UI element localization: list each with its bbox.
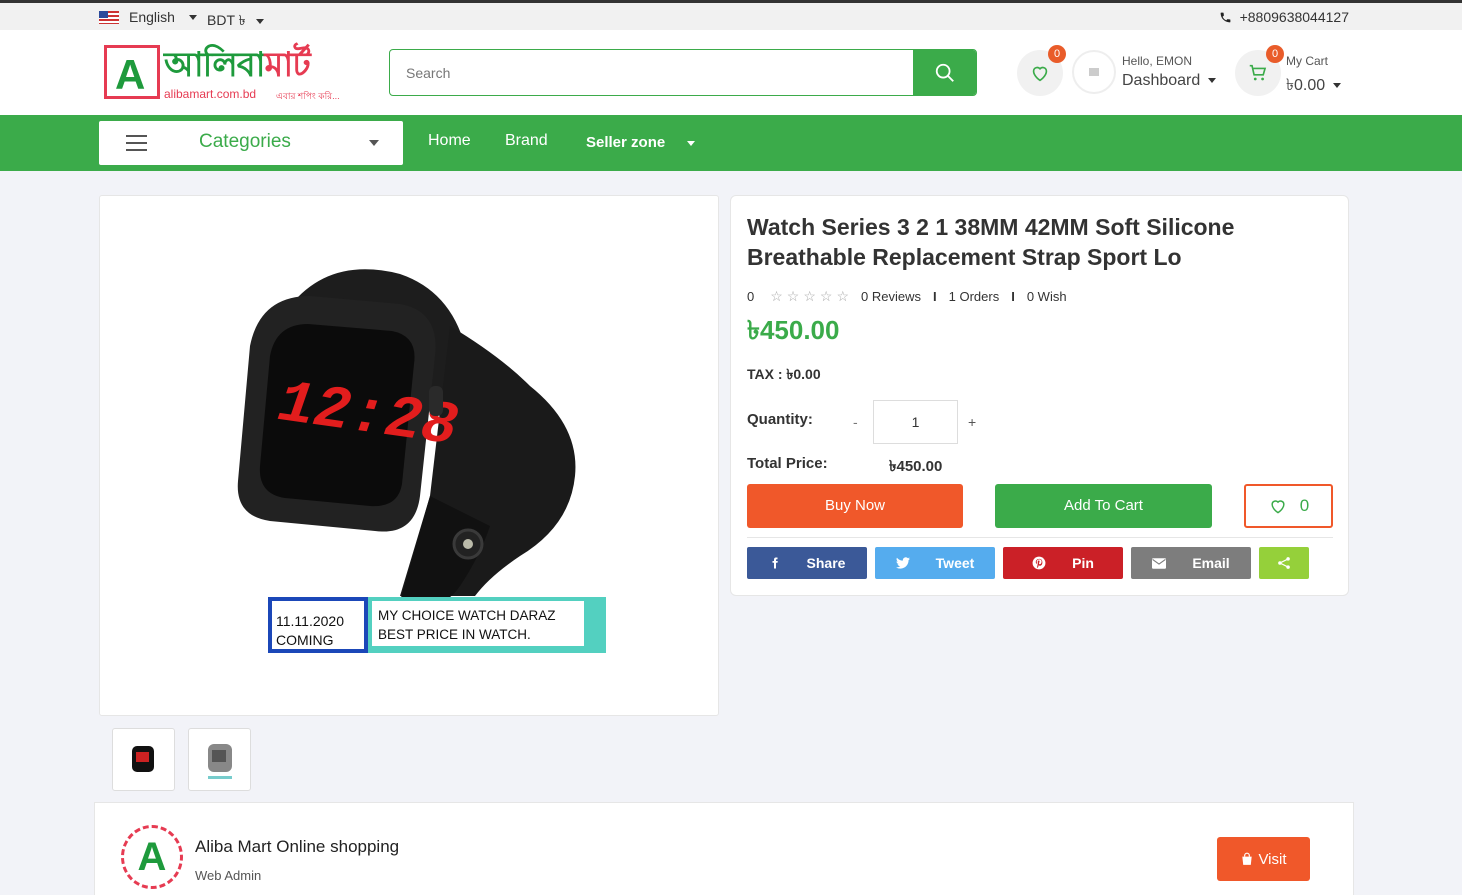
logo-url: alibamart.com.bd <box>164 87 257 101</box>
categories-label: Categories <box>199 131 291 152</box>
share-email-button[interactable]: Email <box>1131 547 1251 579</box>
add-to-cart-button[interactable]: Add To Cart <box>995 484 1212 528</box>
product-price: ৳450.00 <box>747 315 840 345</box>
chevron-down-icon <box>1333 83 1342 89</box>
quantity-decrease-button[interactable]: - <box>853 414 858 430</box>
categories-dropdown[interactable]: Categories <box>99 121 403 165</box>
search-button[interactable] <box>913 50 976 95</box>
twitter-icon <box>895 557 910 569</box>
star-icon: ☆ <box>786 288 800 304</box>
share-twitter-button[interactable]: Tweet <box>875 547 995 579</box>
image-caption-line2: BEST PRICE IN WATCH. <box>378 627 531 642</box>
main-nav: Categories Home Brand Seller zone <box>0 115 1462 171</box>
image-caption-date: 11.11.2020 <box>276 613 344 629</box>
wishlist-count-badge: 0 <box>1048 45 1066 63</box>
cart-label: My Cart <box>1286 54 1328 68</box>
rating-value: 0 <box>747 289 755 304</box>
wish-count: 0 Wish <box>1026 289 1067 304</box>
chevron-down-icon <box>188 14 197 20</box>
quantity-increase-button[interactable]: + <box>968 414 976 430</box>
nav-link-seller-zone[interactable]: Seller zone <box>586 134 665 151</box>
product-thumbnail-2[interactable] <box>188 728 251 791</box>
search-input[interactable] <box>390 50 914 95</box>
divider: I <box>933 289 937 304</box>
logo-mark: A <box>104 45 160 99</box>
seller-card: A Aliba Mart Online shopping Web Admin V… <box>94 802 1354 895</box>
nav-link-brand[interactable]: Brand <box>505 132 548 150</box>
divider: I <box>1011 289 1015 304</box>
image-caption-line1: MY CHOICE WATCH DARAZ <box>378 608 556 623</box>
quantity-input[interactable]: 1 <box>873 400 958 444</box>
product-stats: 0 ☆ ☆ ☆ ☆ ☆ 0 Reviews I 1 Orders I 0 Wish <box>747 288 1067 305</box>
product-thumbnail-1[interactable] <box>112 728 175 791</box>
thumbnail-image <box>131 745 154 772</box>
star-icon: ☆ <box>770 288 783 304</box>
phone-number: +8809638044127 <box>1239 9 1349 25</box>
search-icon <box>935 63 954 82</box>
share-more-button[interactable] <box>1259 547 1309 579</box>
add-to-wishlist-button[interactable]: 0 <box>1244 484 1333 528</box>
chevron-down-icon[interactable] <box>687 141 695 146</box>
chevron-down-icon <box>1208 78 1217 84</box>
phone-contact[interactable]: +8809638044127 <box>1219 9 1349 25</box>
email-icon <box>1152 557 1167 569</box>
product-image-panel: 12:28 11.11.2020 COMING MY CHOICE WATCH … <box>99 195 719 716</box>
greeting: Hello, EMON <box>1122 54 1193 68</box>
rating-stars: ☆ ☆ ☆ ☆ ☆ <box>770 288 849 305</box>
star-icon: ☆ <box>836 288 850 304</box>
star-icon: ☆ <box>819 288 833 304</box>
cart-count-badge: 0 <box>1266 45 1284 63</box>
chevron-down-icon <box>369 140 379 146</box>
buy-now-button[interactable]: Buy Now <box>747 484 963 528</box>
nav-link-home[interactable]: Home <box>428 132 471 150</box>
logo-tagline: এবার শপিং করি... <box>276 91 340 101</box>
thumbnail-image <box>207 743 232 779</box>
tax-line: TAX : ৳0.00 <box>747 366 821 382</box>
product-title: Watch Series 3 2 1 38MM 42MM Soft Silico… <box>747 214 1235 270</box>
reviews-count[interactable]: 0 Reviews <box>861 289 921 304</box>
pinterest-icon <box>1032 556 1046 570</box>
product-image[interactable]: 12:28 11.11.2020 COMING MY CHOICE WATCH … <box>100 196 720 717</box>
avatar[interactable] <box>1072 50 1116 94</box>
share-pinterest-button[interactable]: Pin <box>1003 547 1123 579</box>
total-price-value: ৳450.00 <box>889 458 943 475</box>
seller-logo: A <box>121 825 183 889</box>
wishlist-count: 0 <box>1299 496 1310 515</box>
total-price-label: Total Price: <box>747 455 828 472</box>
phone-icon <box>1220 12 1230 22</box>
heart-icon <box>1032 66 1048 82</box>
facebook-icon <box>772 557 778 569</box>
cart-amount[interactable]: ৳0.00 <box>1286 72 1342 99</box>
shopping-bag-icon <box>1242 852 1253 865</box>
share-facebook-button[interactable]: Share <box>747 547 867 579</box>
top-bar: English BDT ৳ +8809638044127 <box>0 0 1462 30</box>
star-icon: ☆ <box>803 288 816 304</box>
orders-count: 1 Orders <box>948 289 1000 304</box>
quantity-label: Quantity: <box>747 411 813 428</box>
seller-name[interactable]: Aliba Mart Online shopping <box>195 837 399 857</box>
dashboard-menu[interactable]: Dashboard <box>1122 72 1217 90</box>
cart-icon <box>1249 64 1267 81</box>
share-icon <box>1278 557 1290 569</box>
us-flag-icon <box>99 10 119 24</box>
language-selector[interactable]: English <box>99 9 197 25</box>
menu-icon <box>126 135 147 156</box>
search-bar <box>389 49 977 96</box>
seller-role: Web Admin <box>195 868 262 883</box>
site-logo[interactable]: A আলিবামার্ট alibamart.com.bd এবার শপিং … <box>104 43 349 103</box>
image-caption-coming: COMING <box>276 632 334 648</box>
product-info-panel: Watch Series 3 2 1 38MM 42MM Soft Silico… <box>730 195 1349 596</box>
site-header: A আলিবামার্ট alibamart.com.bd এবার শপিং … <box>0 30 1462 115</box>
visit-store-button[interactable]: Visit <box>1217 837 1310 881</box>
chevron-down-icon <box>255 18 264 24</box>
heart-icon <box>1271 500 1285 514</box>
divider <box>747 537 1333 538</box>
language-label: English <box>129 9 175 25</box>
currency-label: BDT ৳ <box>207 12 246 28</box>
